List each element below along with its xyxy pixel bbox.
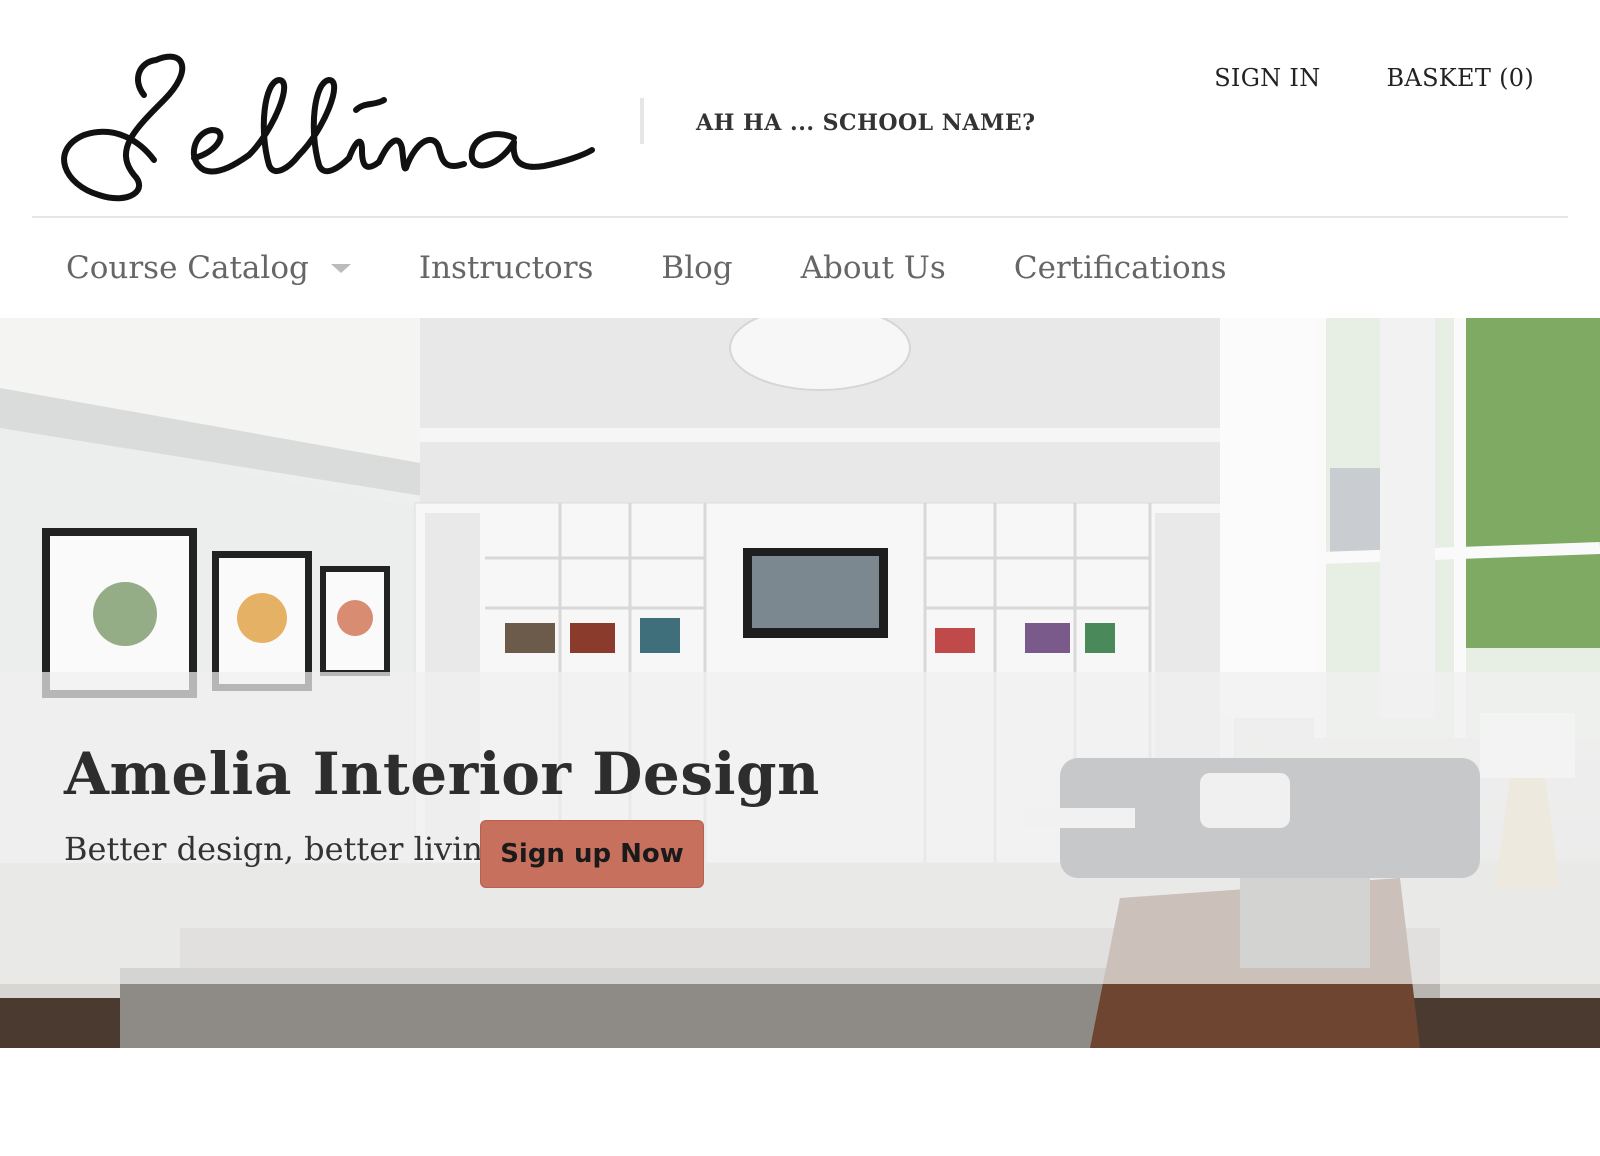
account-links: SIGN IN BASKET (0) [1214, 64, 1534, 92]
hero-title: Amelia Interior Design [64, 740, 820, 808]
hero-banner: Amelia Interior Design Better design, be… [0, 318, 1600, 1048]
main-nav: Course Catalog Instructors Blog About Us… [0, 218, 1600, 318]
sign-in-link[interactable]: SIGN IN [1214, 64, 1320, 92]
hero-subtitle: Better design, better living [64, 830, 504, 868]
basket-link[interactable]: BASKET (0) [1387, 64, 1535, 92]
sign-up-button[interactable]: Sign up Now [480, 820, 704, 888]
nav-item-label: Certifications [1013, 250, 1227, 286]
nav-item-label: Course Catalog [66, 250, 309, 286]
nav-item-label: Blog [661, 250, 733, 286]
nav-item-label: Instructors [418, 250, 594, 286]
header-divider [640, 98, 644, 144]
script-logo-graphic [61, 53, 595, 202]
site-header: AH HA ... SCHOOL NAME? SIGN IN BASKET (0… [0, 0, 1600, 217]
nav-item-blog[interactable]: Blog [661, 250, 732, 286]
brand-logo[interactable] [44, 40, 604, 210]
nav-item-instructors[interactable]: Instructors [419, 250, 594, 286]
nav-item-about-us[interactable]: About Us [801, 250, 946, 286]
hero-caption-band [0, 672, 1600, 984]
chevron-down-icon [330, 263, 351, 273]
school-tagline: AH HA ... SCHOOL NAME? [696, 110, 1036, 136]
nav-item-certifications[interactable]: Certifications [1014, 250, 1227, 286]
nav-item-label: About Us [800, 250, 946, 286]
nav-item-course-catalog[interactable]: Course Catalog [66, 250, 351, 286]
